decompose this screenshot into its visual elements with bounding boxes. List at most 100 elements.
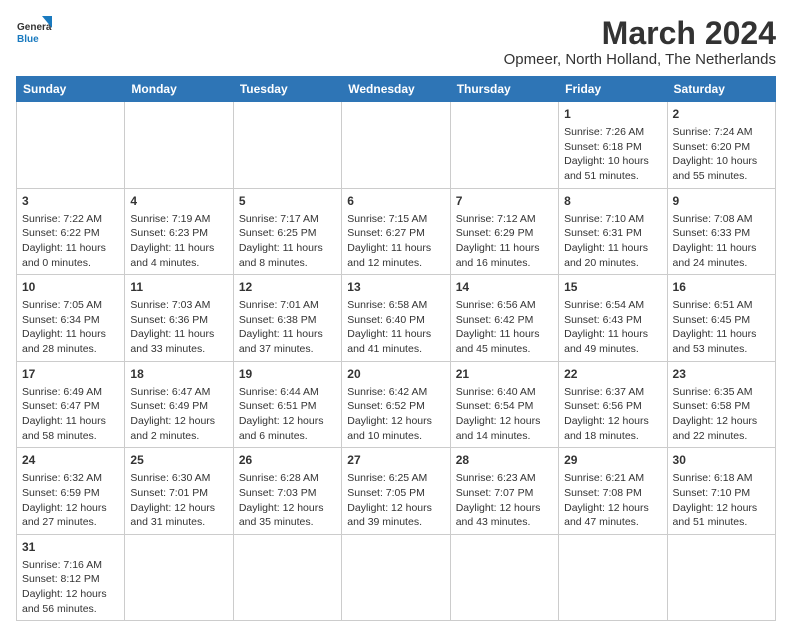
calendar-cell: 12 Sunrise: 7:01 AMSunset: 6:38 PMDayligh… xyxy=(233,275,341,362)
cell-info: Sunrise: 7:24 AMSunset: 6:20 PMDaylight:… xyxy=(673,125,770,184)
calendar-cell xyxy=(342,102,450,189)
page-header: General Blue March 2024 Opmeer, North Ho… xyxy=(16,16,776,68)
day-number: 17 xyxy=(22,366,119,383)
calendar-cell: 26 Sunrise: 6:28 AMSunset: 7:03 PMDayligh… xyxy=(233,448,341,535)
cell-info: Sunrise: 6:44 AMSunset: 6:51 PMDaylight:… xyxy=(239,385,336,444)
calendar-cell: 13Sunrise: 6:58 AMSunset: 6:40 PMDayligh… xyxy=(342,275,450,362)
day-number: 31 xyxy=(22,539,119,556)
calendar-cell: 6 Sunrise: 7:15 AMSunset: 6:27 PMDaylight… xyxy=(342,188,450,275)
header-wednesday: Wednesday xyxy=(342,77,450,102)
cell-info: Sunrise: 7:03 AMSunset: 6:36 PMDaylight:… xyxy=(130,298,227,357)
calendar-cell: 4 Sunrise: 7:19 AMSunset: 6:23 PMDaylight… xyxy=(125,188,233,275)
day-number: 19 xyxy=(239,366,336,383)
day-number: 6 xyxy=(347,193,444,210)
cell-info: Sunrise: 6:49 AMSunset: 6:47 PMDaylight:… xyxy=(22,385,119,444)
day-number: 7 xyxy=(456,193,553,210)
day-number: 5 xyxy=(239,193,336,210)
day-number: 20 xyxy=(347,366,444,383)
calendar-cell xyxy=(17,102,125,189)
cell-info: Sunrise: 6:28 AMSunset: 7:03 PMDaylight:… xyxy=(239,471,336,530)
title-area: March 2024 Opmeer, North Holland, The Ne… xyxy=(504,16,776,68)
day-number: 29 xyxy=(564,452,661,469)
day-number: 24 xyxy=(22,452,119,469)
header-monday: Monday xyxy=(125,77,233,102)
cell-info: Sunrise: 7:22 AMSunset: 6:22 PMDaylight:… xyxy=(22,212,119,271)
calendar-cell xyxy=(559,534,667,621)
calendar-week-row: 10Sunrise: 7:05 AMSunset: 6:34 PMDayligh… xyxy=(17,275,776,362)
day-number: 4 xyxy=(130,193,227,210)
calendar-week-row: 17 Sunrise: 6:49 AMSunset: 6:47 PMDayligh… xyxy=(17,361,776,448)
calendar-cell: 15 Sunrise: 6:54 AMSunset: 6:43 PMDayligh… xyxy=(559,275,667,362)
calendar-cell: 19 Sunrise: 6:44 AMSunset: 6:51 PMDayligh… xyxy=(233,361,341,448)
calendar-cell: 17 Sunrise: 6:49 AMSunset: 6:47 PMDayligh… xyxy=(17,361,125,448)
calendar-cell: 28 Sunrise: 6:23 AMSunset: 7:07 PMDayligh… xyxy=(450,448,558,535)
cell-info: Sunrise: 6:35 AMSunset: 6:58 PMDaylight:… xyxy=(673,385,770,444)
day-number: 1 xyxy=(564,106,661,123)
day-number: 21 xyxy=(456,366,553,383)
cell-info: Sunrise: 7:08 AMSunset: 6:33 PMDaylight:… xyxy=(673,212,770,271)
day-number: 13 xyxy=(347,279,444,296)
cell-info: Sunrise: 6:23 AMSunset: 7:07 PMDaylight:… xyxy=(456,471,553,530)
calendar-cell: 20 Sunrise: 6:42 AMSunset: 6:52 PMDayligh… xyxy=(342,361,450,448)
day-number: 9 xyxy=(673,193,770,210)
svg-text:General: General xyxy=(17,22,52,33)
calendar-cell: 31 Sunrise: 7:16 AMSunset: 8:12 PMDayligh… xyxy=(17,534,125,621)
cell-info: Sunrise: 7:15 AMSunset: 6:27 PMDaylight:… xyxy=(347,212,444,271)
cell-info: Sunrise: 6:37 AMSunset: 6:56 PMDaylight:… xyxy=(564,385,661,444)
day-number: 25 xyxy=(130,452,227,469)
cell-info: Sunrise: 6:42 AMSunset: 6:52 PMDaylight:… xyxy=(347,385,444,444)
cell-info: Sunrise: 6:47 AMSunset: 6:49 PMDaylight:… xyxy=(130,385,227,444)
calendar-title: March 2024 xyxy=(504,16,776,51)
calendar-cell: 23Sunrise: 6:35 AMSunset: 6:58 PMDayligh… xyxy=(667,361,775,448)
logo: General Blue xyxy=(16,16,52,52)
cell-info: Sunrise: 6:32 AMSunset: 6:59 PMDaylight:… xyxy=(22,471,119,530)
calendar-cell: 29Sunrise: 6:21 AMSunset: 7:08 PMDayligh… xyxy=(559,448,667,535)
cell-info: Sunrise: 6:30 AMSunset: 7:01 PMDaylight:… xyxy=(130,471,227,530)
cell-info: Sunrise: 7:26 AMSunset: 6:18 PMDaylight:… xyxy=(564,125,661,184)
calendar-cell: 7Sunrise: 7:12 AMSunset: 6:29 PMDaylight… xyxy=(450,188,558,275)
calendar-cell: 16Sunrise: 6:51 AMSunset: 6:45 PMDayligh… xyxy=(667,275,775,362)
calendar-cell: 11 Sunrise: 7:03 AMSunset: 6:36 PMDayligh… xyxy=(125,275,233,362)
cell-info: Sunrise: 6:54 AMSunset: 6:43 PMDaylight:… xyxy=(564,298,661,357)
calendar-cell xyxy=(125,534,233,621)
day-number: 18 xyxy=(130,366,227,383)
calendar-cell: 24 Sunrise: 6:32 AMSunset: 6:59 PMDayligh… xyxy=(17,448,125,535)
calendar-cell: 25 Sunrise: 6:30 AMSunset: 7:01 PMDayligh… xyxy=(125,448,233,535)
day-number: 28 xyxy=(456,452,553,469)
calendar-table: Sunday Monday Tuesday Wednesday Thursday… xyxy=(16,76,776,621)
calendar-cell xyxy=(450,102,558,189)
calendar-week-row: 24 Sunrise: 6:32 AMSunset: 6:59 PMDayligh… xyxy=(17,448,776,535)
days-header-row: Sunday Monday Tuesday Wednesday Thursday… xyxy=(17,77,776,102)
day-number: 11 xyxy=(130,279,227,296)
day-number: 2 xyxy=(673,106,770,123)
day-number: 3 xyxy=(22,193,119,210)
day-number: 26 xyxy=(239,452,336,469)
calendar-cell xyxy=(342,534,450,621)
day-number: 14 xyxy=(456,279,553,296)
cell-info: Sunrise: 6:25 AMSunset: 7:05 PMDaylight:… xyxy=(347,471,444,530)
calendar-cell: 22 Sunrise: 6:37 AMSunset: 6:56 PMDayligh… xyxy=(559,361,667,448)
day-number: 27 xyxy=(347,452,444,469)
cell-info: Sunrise: 6:56 AMSunset: 6:42 PMDaylight:… xyxy=(456,298,553,357)
cell-info: Sunrise: 6:40 AMSunset: 6:54 PMDaylight:… xyxy=(456,385,553,444)
cell-info: Sunrise: 6:51 AMSunset: 6:45 PMDaylight:… xyxy=(673,298,770,357)
day-number: 12 xyxy=(239,279,336,296)
svg-text:Blue: Blue xyxy=(17,34,39,45)
calendar-cell: 5Sunrise: 7:17 AMSunset: 6:25 PMDaylight… xyxy=(233,188,341,275)
cell-info: Sunrise: 6:18 AMSunset: 7:10 PMDaylight:… xyxy=(673,471,770,530)
calendar-cell: 9 Sunrise: 7:08 AMSunset: 6:33 PMDaylight… xyxy=(667,188,775,275)
calendar-cell: 10Sunrise: 7:05 AMSunset: 6:34 PMDayligh… xyxy=(17,275,125,362)
day-number: 22 xyxy=(564,366,661,383)
header-sunday: Sunday xyxy=(17,77,125,102)
day-number: 8 xyxy=(564,193,661,210)
calendar-week-row: 3 Sunrise: 7:22 AMSunset: 6:22 PMDaylight… xyxy=(17,188,776,275)
cell-info: Sunrise: 7:16 AMSunset: 8:12 PMDaylight:… xyxy=(22,558,119,617)
cell-info: Sunrise: 7:01 AMSunset: 6:38 PMDaylight:… xyxy=(239,298,336,357)
day-number: 15 xyxy=(564,279,661,296)
calendar-cell: 27 Sunrise: 6:25 AMSunset: 7:05 PMDayligh… xyxy=(342,448,450,535)
day-number: 30 xyxy=(673,452,770,469)
calendar-cell xyxy=(667,534,775,621)
calendar-cell: 21 Sunrise: 6:40 AMSunset: 6:54 PMDayligh… xyxy=(450,361,558,448)
calendar-cell: 30 Sunrise: 6:18 AMSunset: 7:10 PMDayligh… xyxy=(667,448,775,535)
cell-info: Sunrise: 7:19 AMSunset: 6:23 PMDaylight:… xyxy=(130,212,227,271)
